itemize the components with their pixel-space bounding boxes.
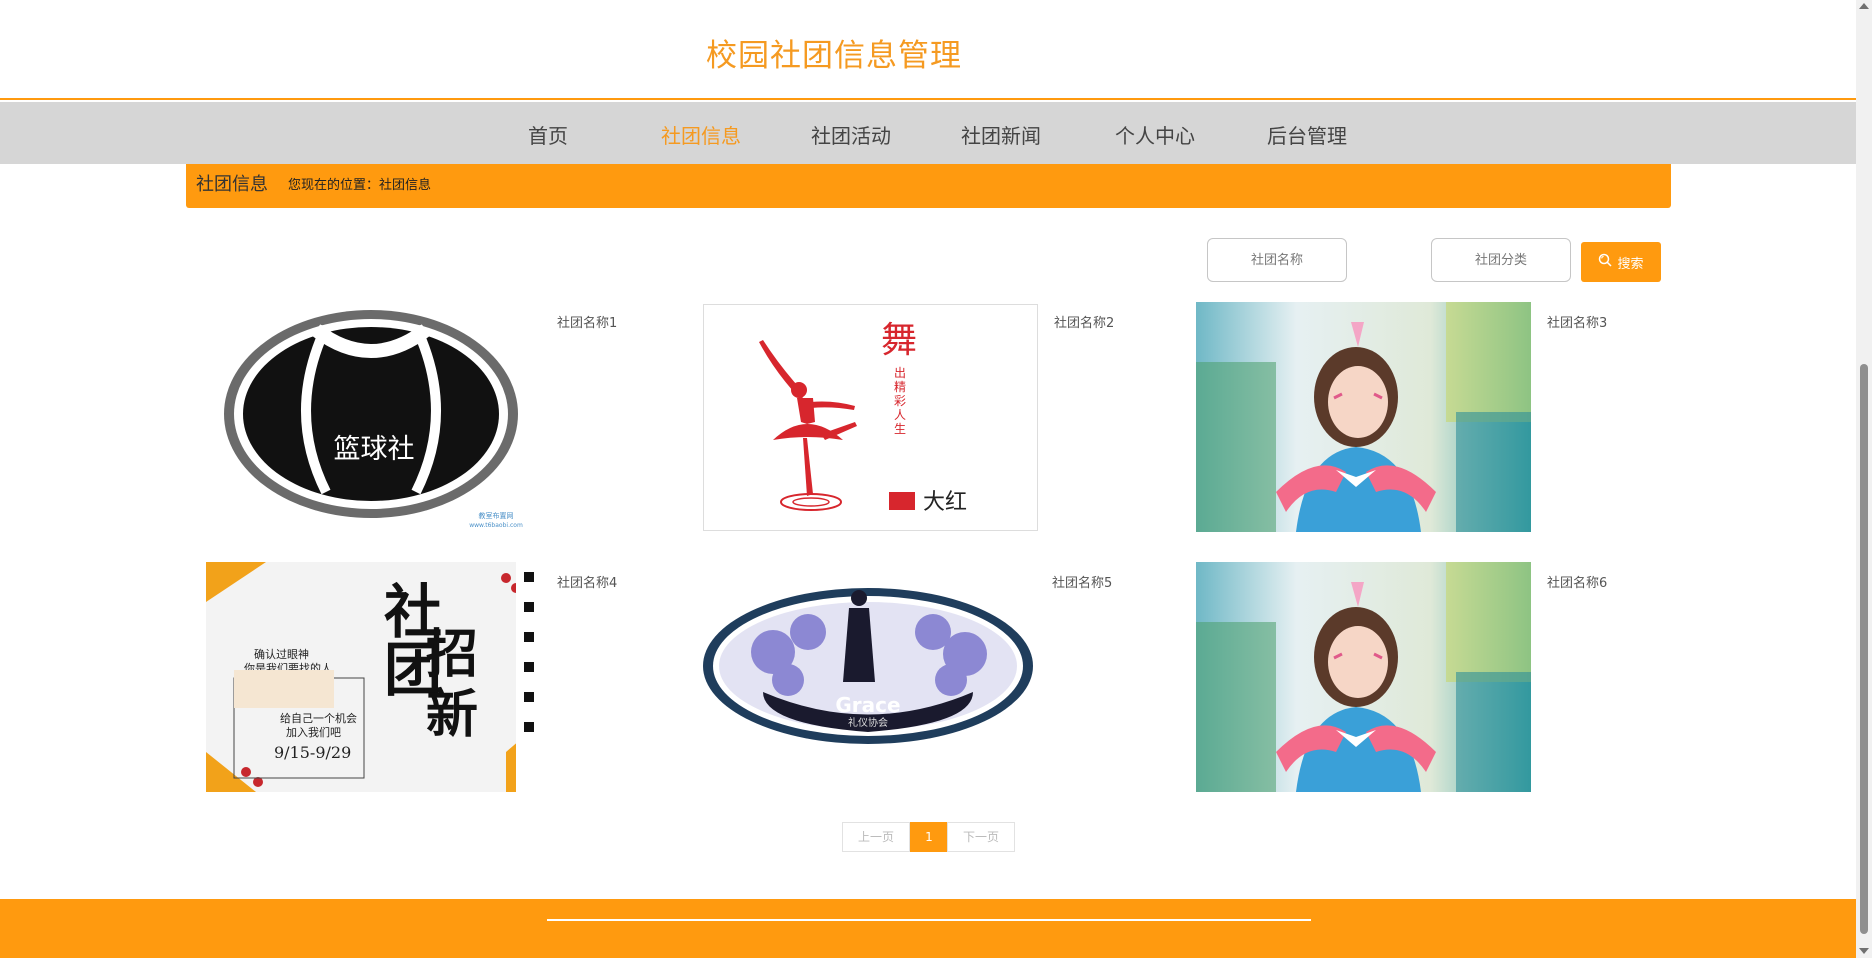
- club-card-2[interactable]: 舞 出 精 彩 人 生 大红 社团名称2: [703, 302, 1143, 538]
- page-number-button[interactable]: 1: [910, 822, 948, 852]
- svg-text:彩: 彩: [894, 394, 906, 408]
- club-card-3[interactable]: 社团名称3: [1196, 302, 1636, 538]
- club-image-etiquette-logo: Grace 礼仪协会: [703, 562, 1038, 792]
- section-title: 社团信息: [196, 174, 268, 195]
- nav-item-club-activities[interactable]: 社团活动: [811, 120, 891, 149]
- club-card-5[interactable]: Grace 礼仪协会 社团名称5: [703, 562, 1143, 798]
- svg-text:生: 生: [894, 422, 906, 436]
- club-image-recruitment-poster: 确认过眼神 你是我们要找的人 给自己一个机会 加入我们吧 9/15-9/29 社…: [206, 562, 541, 792]
- club-name-search-input[interactable]: [1207, 238, 1347, 282]
- nav-item-admin[interactable]: 后台管理: [1267, 120, 1347, 149]
- scrollbar-thumb[interactable]: [1860, 364, 1868, 934]
- club-name-2: 社团名称2: [1054, 316, 1115, 331]
- club-name-6: 社团名称6: [1547, 576, 1608, 591]
- search-button-label: 搜索: [1617, 256, 1644, 272]
- club-card-1[interactable]: 篮球社 教室布置网 www.t6baobi.com 社团名称1: [206, 302, 646, 538]
- svg-text:确认过眼神: 确认过眼神: [254, 647, 309, 661]
- pagination: 上一页 1 下一页: [842, 822, 1015, 852]
- svg-text:9/15-9/29: 9/15-9/29: [274, 743, 351, 762]
- club-image-basketball: 篮球社 教室布置网 www.t6baobi.com: [206, 302, 541, 532]
- club-name-5: 社团名称5: [1052, 576, 1113, 591]
- nav-item-personal-center[interactable]: 个人中心: [1115, 120, 1195, 149]
- main-nav: 首页 社团信息 社团活动 社团新闻 个人中心 后台管理: [0, 102, 1856, 164]
- svg-text:新: 新: [426, 685, 478, 745]
- breadcrumb: 您现在的位置：社团信息: [288, 178, 432, 193]
- nav-item-club-news[interactable]: 社团新闻: [961, 120, 1041, 149]
- page: 校园社团信息管理 首页 社团信息 社团活动 社团新闻 个人中心 后台管理 社团信…: [0, 0, 1872, 958]
- svg-text:招: 招: [426, 625, 478, 685]
- svg-text:教室布置网: 教室布置网: [479, 511, 514, 520]
- svg-text:加入我们吧: 加入我们吧: [286, 725, 341, 739]
- dance-logo-text: 大红: [923, 490, 967, 515]
- club-name-3: 社团名称3: [1547, 316, 1608, 331]
- etiquette-logo-text: Grace: [835, 693, 900, 717]
- club-name-1: 社团名称1: [557, 316, 618, 331]
- scroll-up-arrow-icon[interactable]: [1859, 3, 1869, 9]
- svg-text:礼仪协会: 礼仪协会: [848, 716, 888, 729]
- svg-text:给自己一个机会: 给自己一个机会: [280, 711, 357, 725]
- club-image-dance: 舞 出 精 彩 人 生 大红: [703, 302, 1038, 532]
- search-button[interactable]: 搜索: [1581, 242, 1661, 282]
- prev-page-button[interactable]: 上一页: [842, 822, 910, 852]
- svg-text:舞: 舞: [881, 320, 917, 361]
- site-footer: [0, 899, 1856, 958]
- svg-text:精: 精: [894, 380, 906, 394]
- site-title: 校园社团信息管理: [706, 38, 962, 74]
- location-bar: 社团信息 您现在的位置：社团信息: [186, 164, 1671, 208]
- club-image-cosplay-photo: [1196, 302, 1531, 532]
- footer-divider: [547, 919, 1311, 921]
- club-card-6[interactable]: 社团名称6: [1196, 562, 1636, 798]
- nav-item-club-info[interactable]: 社团信息: [661, 120, 741, 149]
- club-name-4: 社团名称4: [557, 576, 618, 591]
- club-image-cosplay-photo: [1196, 562, 1531, 792]
- search-icon: [1598, 253, 1613, 271]
- vertical-scrollbar[interactable]: [1856, 0, 1872, 958]
- next-page-button[interactable]: 下一页: [947, 822, 1015, 852]
- basketball-logo-text: 篮球社: [334, 434, 415, 465]
- svg-text:出: 出: [894, 366, 906, 380]
- scroll-down-arrow-icon[interactable]: [1859, 948, 1869, 954]
- club-card-4[interactable]: 确认过眼神 你是我们要找的人 给自己一个机会 加入我们吧 9/15-9/29 社…: [206, 562, 646, 798]
- nav-item-home[interactable]: 首页: [528, 120, 568, 149]
- club-category-search-input[interactable]: [1431, 238, 1571, 282]
- site-header: 校园社团信息管理: [0, 0, 1856, 100]
- svg-text:www.t6baobi.com: www.t6baobi.com: [469, 522, 523, 529]
- svg-text:人: 人: [894, 408, 906, 422]
